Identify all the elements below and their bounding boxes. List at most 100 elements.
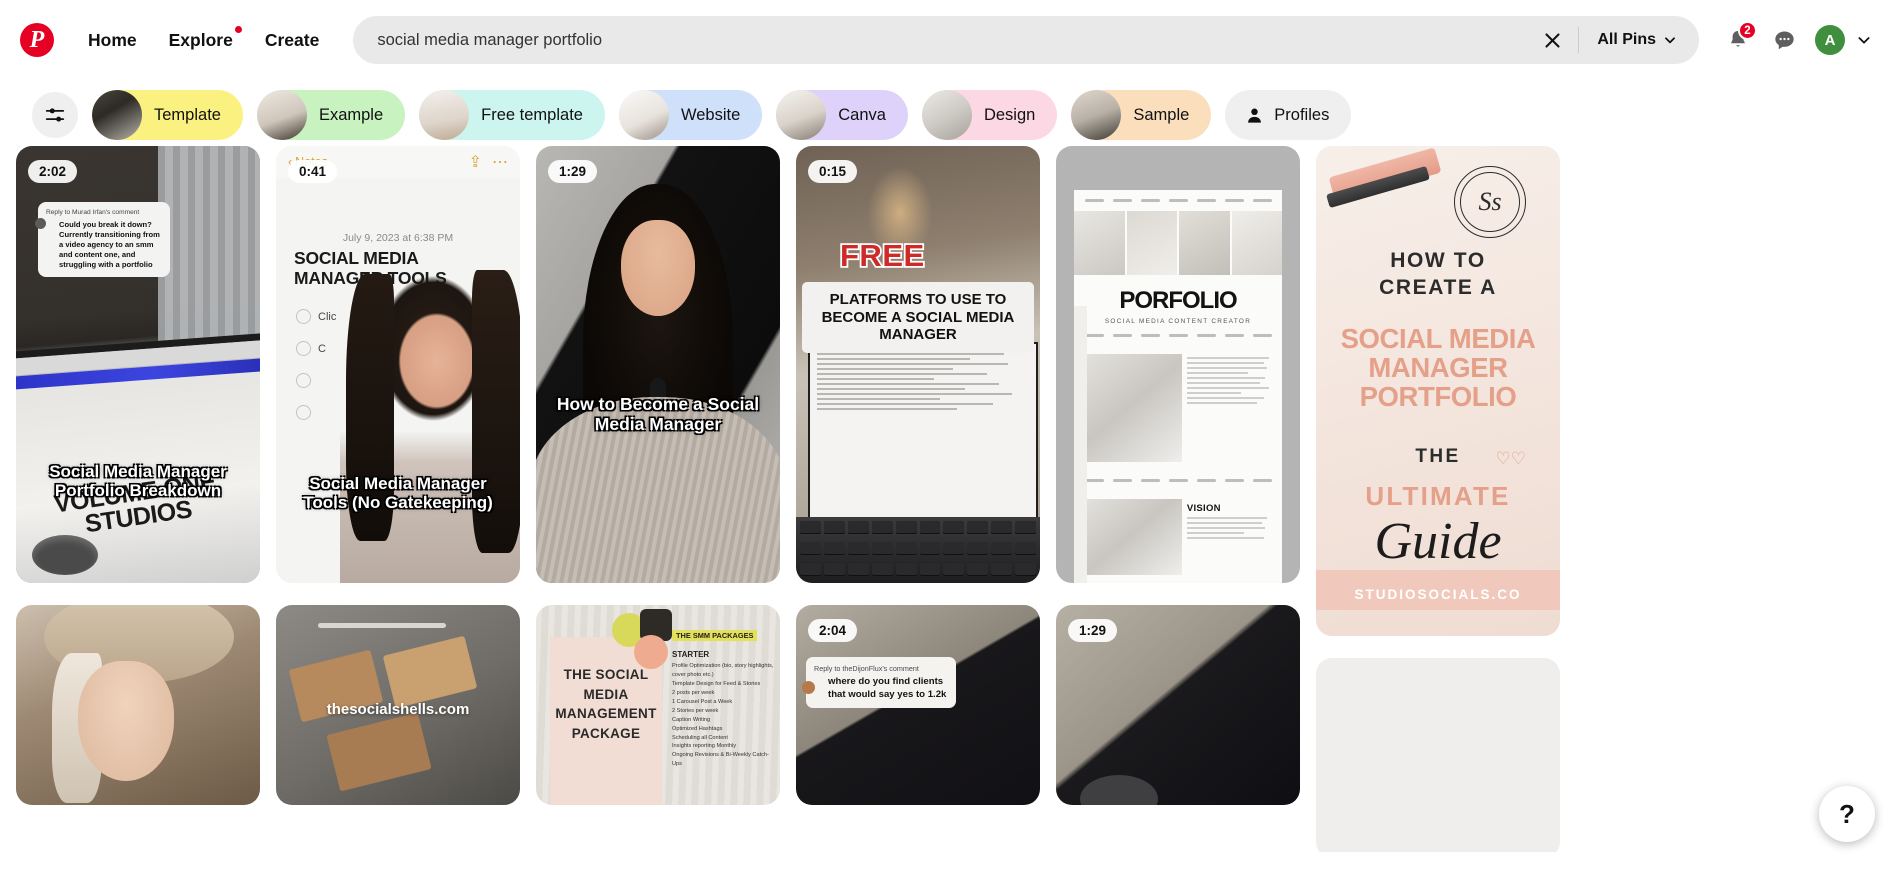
share-icon[interactable]: ⇪ [469,152,482,172]
pin-card[interactable]: PORFOLIO SOCIAL MEDIA CONTENT CREATOR VI… [1056,146,1300,583]
business-card [326,712,432,792]
more-icon[interactable]: ⋯ [492,152,508,172]
filter-chip-label: Example [318,105,384,124]
filter-chip-label: Template [154,105,221,124]
pin-card[interactable]: 1:29 [1056,605,1300,805]
pin-card[interactable] [1316,658,1560,852]
laptop-keyboard [796,517,1040,583]
portfolio-nav [1074,470,1282,491]
pin-card[interactable]: Reply to Murad Irfan's comment Could you… [16,146,260,583]
pin-results-grid: Reply to Murad Irfan's comment Could you… [0,146,1901,852]
pin-card[interactable]: THE SOCIAL MEDIA MANAGEMENT PACKAGE THE … [536,605,780,805]
portfolio-photo [1082,499,1182,575]
note-item-label: Clic [318,311,337,323]
nav-item-home[interactable]: Home [72,20,153,61]
filter-chip-label: Free template [481,105,583,124]
commenter-avatar [802,681,815,694]
messages-button[interactable] [1763,19,1805,61]
filter-chip-template[interactable]: Template [92,90,243,140]
note-checkbox[interactable] [296,373,311,388]
package-bullet: 2 posts per week [672,689,715,696]
portfolio-nav [1074,190,1282,211]
comment-body: where do you find clients that would say… [828,676,947,700]
notifications-badge: 2 [1738,21,1757,40]
search-scope-dropdown[interactable]: All Pins [1587,23,1691,57]
free-tag: FREE [838,236,926,275]
pin-duration-badge: 0:41 [288,160,338,183]
pin-card[interactable]: ‹ Notes ⇪ ⋯ July 9, 2023 at 6:38 PM SOCI… [276,146,520,583]
pin-card[interactable]: 1:29 How to Become a Social Media Manage… [536,146,780,583]
search-scope-label: All Pins [1597,31,1656,48]
nav-item-create[interactable]: Create [249,20,335,61]
filter-chip-website[interactable]: Website [618,90,763,140]
note-date: July 9, 2023 at 6:38 PM [342,232,454,244]
filter-chip-profiles[interactable]: Profiles [1225,90,1352,140]
chat-icon [1774,31,1794,49]
note-checkbox[interactable] [296,309,311,324]
filter-chip-label: Profiles [1274,105,1330,124]
portfolio-title: PORFOLIO [1119,287,1237,314]
nav-item-explore[interactable]: Explore [153,20,249,61]
grid-column: FREE PLATFORMS TO USE TO BECOME A SOCIAL… [796,146,1040,827]
pin-website-label: STUDIOSOCIALS.CO [1354,587,1522,602]
business-card [382,635,478,709]
pin-overlay-domain: thesocialshells.com [326,701,470,718]
help-icon: ? [1839,798,1855,829]
pinterest-logo-icon[interactable]: P [20,23,54,57]
pin-card[interactable]: Ss HOW TO CREATE A SOCIAL MEDIA MANAGER … [1316,146,1560,636]
avatar[interactable]: A [1815,25,1845,55]
portfolio-photo [1082,354,1182,462]
pin-big-line1: SOCIAL MEDIA [1340,323,1536,354]
search-input[interactable] [377,30,1535,50]
pin-caption-overlay: PLATFORMS TO USE TO BECOME A SOCIAL MEDI… [802,282,1034,353]
package-bullet: Profile Optimization (bio, story highlig… [672,663,774,678]
pin-card[interactable]: Reply to theDijonFlux's comment where do… [796,605,1040,805]
account-menu-button[interactable] [1849,25,1879,55]
filter-chip-example[interactable]: Example [256,90,406,140]
portfolio-vision-heading: VISION [1186,503,1221,514]
note-checkbox[interactable] [296,405,311,420]
package-bullet: Template Design for Feed & Stories [672,680,761,687]
pin-comment-bubble: Reply to theDijonFlux's comment where do… [802,657,956,709]
portfolio-nav [1074,325,1282,346]
pin-image: PORFOLIO SOCIAL MEDIA CONTENT CREATOR VI… [1074,190,1282,583]
face-shape [621,220,695,316]
pin-big-line3: PORTFOLIO [1359,381,1517,413]
filter-chip-canva[interactable]: Canva [776,90,908,140]
explore-notification-dot-icon [234,25,242,33]
brand-seal-mark: Ss [1478,187,1502,216]
face-shape [78,661,174,781]
filter-chip-thumbnail [256,90,307,140]
pin-headline-line1: HOW TO [1390,249,1486,272]
comment-reply-label: Reply to theDijonFlux's comment [814,664,919,673]
pin-card[interactable]: thesocialshells.com [276,605,520,805]
help-button[interactable]: ? [1819,786,1875,842]
package-bullet: Ongoing Revisions & Bi-Weekly Catch-Ups [672,752,769,768]
notifications-button[interactable]: 2 [1717,19,1759,61]
portfolio-sidebar [1074,306,1087,583]
search-bar[interactable]: All Pins [353,16,1699,64]
note-checkbox[interactable] [296,341,311,356]
search-clear-button[interactable] [1534,22,1570,58]
pin-duration-badge: 2:04 [808,619,858,642]
package-bullet: Scheduling all Content [672,734,728,741]
comment-body: Could you break it down? Currently trans… [59,219,160,269]
package-tier: STARTER [672,650,710,659]
filter-chip-design[interactable]: Design [921,90,1058,140]
filter-chip-free-template[interactable]: Free template [419,90,605,140]
pin-image [1080,775,1158,805]
portfolio-text [1186,354,1274,462]
package-bullet: 2 Stories per week [672,707,719,714]
pin-card[interactable] [16,605,260,805]
filter-chip-sample[interactable]: Sample [1071,90,1212,140]
filter-chip-thumbnail [618,90,669,140]
grid-column: ‹ Notes ⇪ ⋯ July 9, 2023 at 6:38 PM SOCI… [276,146,520,827]
grid-column: 1:29 How to Become a Social Media Manage… [536,146,780,827]
close-icon [1545,32,1560,48]
chevron-down-icon [1858,37,1870,44]
filter-settings-button[interactable] [32,92,78,138]
pin-big-line2: MANAGER [1368,352,1508,384]
pin-card[interactable]: FREE PLATFORMS TO USE TO BECOME A SOCIAL… [796,146,1040,583]
package-badge: THE SMM PACKAGES [672,630,758,641]
pin-overlay-title: Social Media Manager Tools (No Gatekeepi… [303,473,493,513]
